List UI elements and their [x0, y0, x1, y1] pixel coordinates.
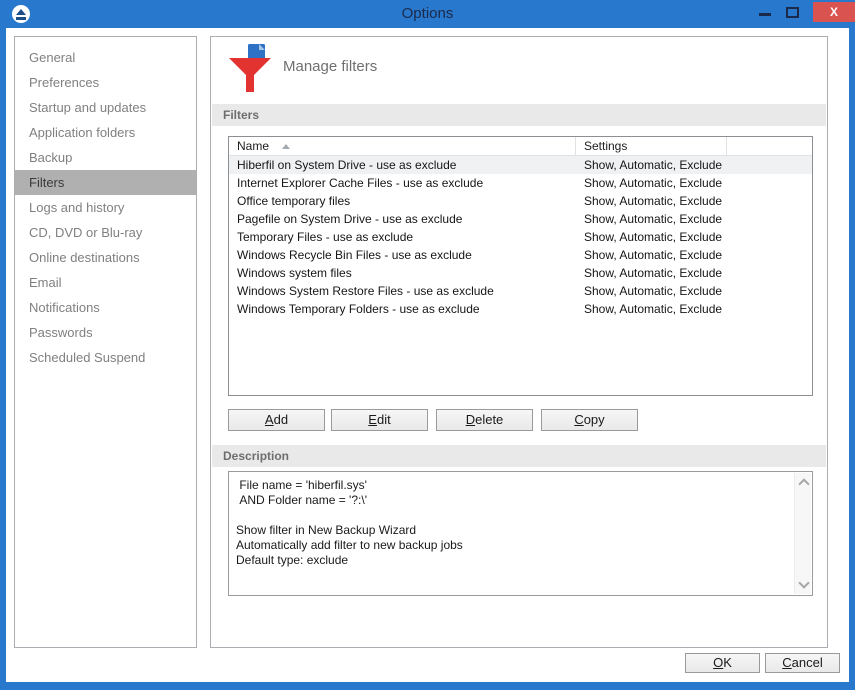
filter-name-cell: Windows System Restore Files - use as ex… [229, 282, 576, 300]
column-header-settings[interactable]: Settings [576, 137, 727, 155]
filter-settings-cell: Show, Automatic, Exclude [576, 210, 727, 228]
sidebar-item-filters[interactable]: Filters [15, 170, 196, 195]
filter-name-cell: Windows Recycle Bin Files - use as exclu… [229, 246, 576, 264]
maximize-button[interactable] [786, 7, 799, 18]
filter-settings-cell: Show, Automatic, Exclude [576, 192, 727, 210]
description-scrollbar[interactable] [794, 473, 811, 594]
column-settings-label: Settings [584, 139, 627, 153]
table-row[interactable]: Windows System Restore Files - use as ex… [229, 282, 812, 300]
scroll-down-icon[interactable] [799, 580, 807, 588]
filter-name-cell: Pagefile on System Drive - use as exclud… [229, 210, 576, 228]
dialog-content: GeneralPreferencesStartup and updatesApp… [6, 28, 849, 682]
manage-filters-icon [227, 43, 273, 95]
sidebar-item-application-folders[interactable]: Application folders [15, 120, 196, 145]
table-row[interactable]: Internet Explorer Cache Files - use as e… [229, 174, 812, 192]
table-row[interactable]: Windows Recycle Bin Files - use as exclu… [229, 246, 812, 264]
description-box: File name = 'hiberfil.sys' AND Folder na… [228, 471, 813, 596]
ok-button[interactable]: OK [685, 653, 760, 673]
filter-name-cell: Hiberfil on System Drive - use as exclud… [229, 156, 576, 174]
close-button[interactable]: X [813, 2, 855, 22]
sidebar-item-email[interactable]: Email [15, 270, 196, 295]
filter-settings-cell: Show, Automatic, Exclude [576, 174, 727, 192]
table-row[interactable]: Temporary Files - use as excludeShow, Au… [229, 228, 812, 246]
table-row[interactable]: Office temporary filesShow, Automatic, E… [229, 192, 812, 210]
sidebar-item-online-destinations[interactable]: Online destinations [15, 245, 196, 270]
window-title: Options [0, 0, 855, 28]
description-text: File name = 'hiberfil.sys' AND Folder na… [229, 478, 790, 568]
table-body: Hiberfil on System Drive - use as exclud… [229, 156, 812, 318]
filter-settings-cell: Show, Automatic, Exclude [576, 300, 727, 318]
sidebar-item-startup-and-updates[interactable]: Startup and updates [15, 95, 196, 120]
filter-settings-cell: Show, Automatic, Exclude [576, 228, 727, 246]
scroll-up-icon[interactable] [799, 479, 807, 487]
delete-button[interactable]: Delete [436, 409, 533, 431]
description-group-label: Description [212, 445, 826, 467]
edit-button[interactable]: Edit [331, 409, 428, 431]
filter-name-cell: Windows Temporary Folders - use as exclu… [229, 300, 576, 318]
sidebar-item-preferences[interactable]: Preferences [15, 70, 196, 95]
sidebar-item-scheduled-suspend[interactable]: Scheduled Suspend [15, 345, 196, 370]
column-header-empty[interactable] [727, 137, 812, 155]
filter-name-cell: Office temporary files [229, 192, 576, 210]
filters-group-label: Filters [212, 104, 826, 126]
minimize-button[interactable] [759, 13, 771, 16]
sidebar-item-notifications[interactable]: Notifications [15, 295, 196, 320]
table-row[interactable]: Windows Temporary Folders - use as exclu… [229, 300, 812, 318]
titlebar[interactable]: Options X [0, 0, 855, 28]
sidebar-item-logs-and-history[interactable]: Logs and history [15, 195, 196, 220]
table-row[interactable]: Pagefile on System Drive - use as exclud… [229, 210, 812, 228]
sidebar-item-backup[interactable]: Backup [15, 145, 196, 170]
filter-name-cell: Windows system files [229, 264, 576, 282]
filters-table: Name Settings Hiberfil on System Drive -… [228, 136, 813, 396]
column-name-label: Name [237, 139, 269, 153]
column-header-name[interactable]: Name [229, 137, 576, 155]
filter-name-cell: Temporary Files - use as exclude [229, 228, 576, 246]
sidebar-item-cd-dvd-or-blu-ray[interactable]: CD, DVD or Blu-ray [15, 220, 196, 245]
filter-settings-cell: Show, Automatic, Exclude [576, 156, 727, 174]
sidebar-item-passwords[interactable]: Passwords [15, 320, 196, 345]
sidebar-item-general[interactable]: General [15, 45, 196, 70]
filter-settings-cell: Show, Automatic, Exclude [576, 264, 727, 282]
filters-page: Manage filters Filters Name Settings Hib… [210, 36, 828, 648]
sort-ascending-icon [282, 144, 290, 149]
table-header: Name Settings [229, 137, 812, 156]
table-row[interactable]: Hiberfil on System Drive - use as exclud… [229, 156, 812, 174]
options-dialog: Options X GeneralPreferencesStartup and … [0, 0, 855, 690]
filter-name-cell: Internet Explorer Cache Files - use as e… [229, 174, 576, 192]
options-sidebar: GeneralPreferencesStartup and updatesApp… [14, 36, 197, 648]
copy-button[interactable]: Copy [541, 409, 638, 431]
page-title: Manage filters [283, 58, 377, 75]
filter-settings-cell: Show, Automatic, Exclude [576, 282, 727, 300]
table-row[interactable]: Windows system filesShow, Automatic, Exc… [229, 264, 812, 282]
cancel-button[interactable]: Cancel [765, 653, 840, 673]
filter-settings-cell: Show, Automatic, Exclude [576, 246, 727, 264]
add-button[interactable]: Add [228, 409, 325, 431]
